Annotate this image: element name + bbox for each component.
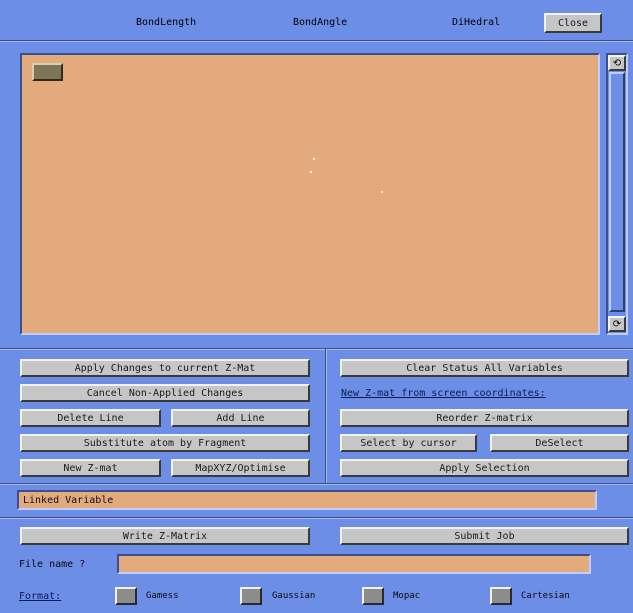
atom-marker [310,171,312,173]
add-line-button[interactable]: Add Line [171,409,310,427]
linked-variable-field: Linked Variable [17,490,597,510]
down-arrow-icon[interactable]: ⟳ [608,316,626,332]
atom-marker [313,158,315,160]
format-gamess-label: Gamess [146,591,179,601]
scrollbar-thumb[interactable] [609,72,625,312]
dihedral-label: DiHedral [452,17,501,28]
column-divider [325,349,327,483]
format-mopac-toggle[interactable] [362,587,384,605]
write-zmatrix-button[interactable]: Write Z-Matrix [20,527,310,545]
new-zmat-from-screen-link[interactable]: New Z-mat from screen coordinates: [341,388,546,399]
select-by-cursor-button[interactable]: Select by cursor [340,434,477,452]
apply-changes-button[interactable]: Apply Changes to current Z-Mat [20,359,310,377]
section-divider [0,348,633,350]
linked-variable-label: Linked Variable [23,494,114,506]
close-button[interactable]: Close [544,13,602,33]
format-gaussian-toggle[interactable] [240,587,262,605]
section-divider [0,483,633,485]
reorder-zmatrix-button[interactable]: Reorder Z-matrix [340,409,629,427]
file-name-label: File name ? [19,559,86,570]
atom-marker [381,191,383,193]
format-gamess-toggle[interactable] [115,587,137,605]
up-arrow-icon[interactable]: ⟲ [608,55,626,71]
cancel-changes-button[interactable]: Cancel Non-Applied Changes [20,384,310,402]
new-zmat-button[interactable]: New Z-mat [20,459,161,477]
file-name-input[interactable] [117,554,591,574]
format-cartesian-toggle[interactable] [490,587,512,605]
canvas-corner-widget[interactable] [32,63,63,81]
substitute-fragment-button[interactable]: Substitute atom by Fragment [20,434,310,452]
format-gaussian-label: Gaussian [272,591,316,601]
mapxyz-optimise-button[interactable]: MapXYZ/Optimise [171,459,310,477]
molecule-canvas[interactable] [20,53,600,335]
header-divider [0,40,633,42]
apply-selection-button[interactable]: Apply Selection [340,459,629,477]
submit-job-button[interactable]: Submit Job [340,527,629,545]
format-cartesian-label: Cartesian [521,591,570,601]
section-divider [0,517,633,519]
format-label: Format: [19,591,62,602]
delete-line-button[interactable]: Delete Line [20,409,161,427]
bond-angle-label: BondAngle [293,17,348,28]
deselect-button[interactable]: DeSelect [490,434,629,452]
clear-status-button[interactable]: Clear Status All Variables [340,359,629,377]
format-mopac-label: Mopac [393,591,421,601]
bond-length-label: BondLength [136,17,197,28]
